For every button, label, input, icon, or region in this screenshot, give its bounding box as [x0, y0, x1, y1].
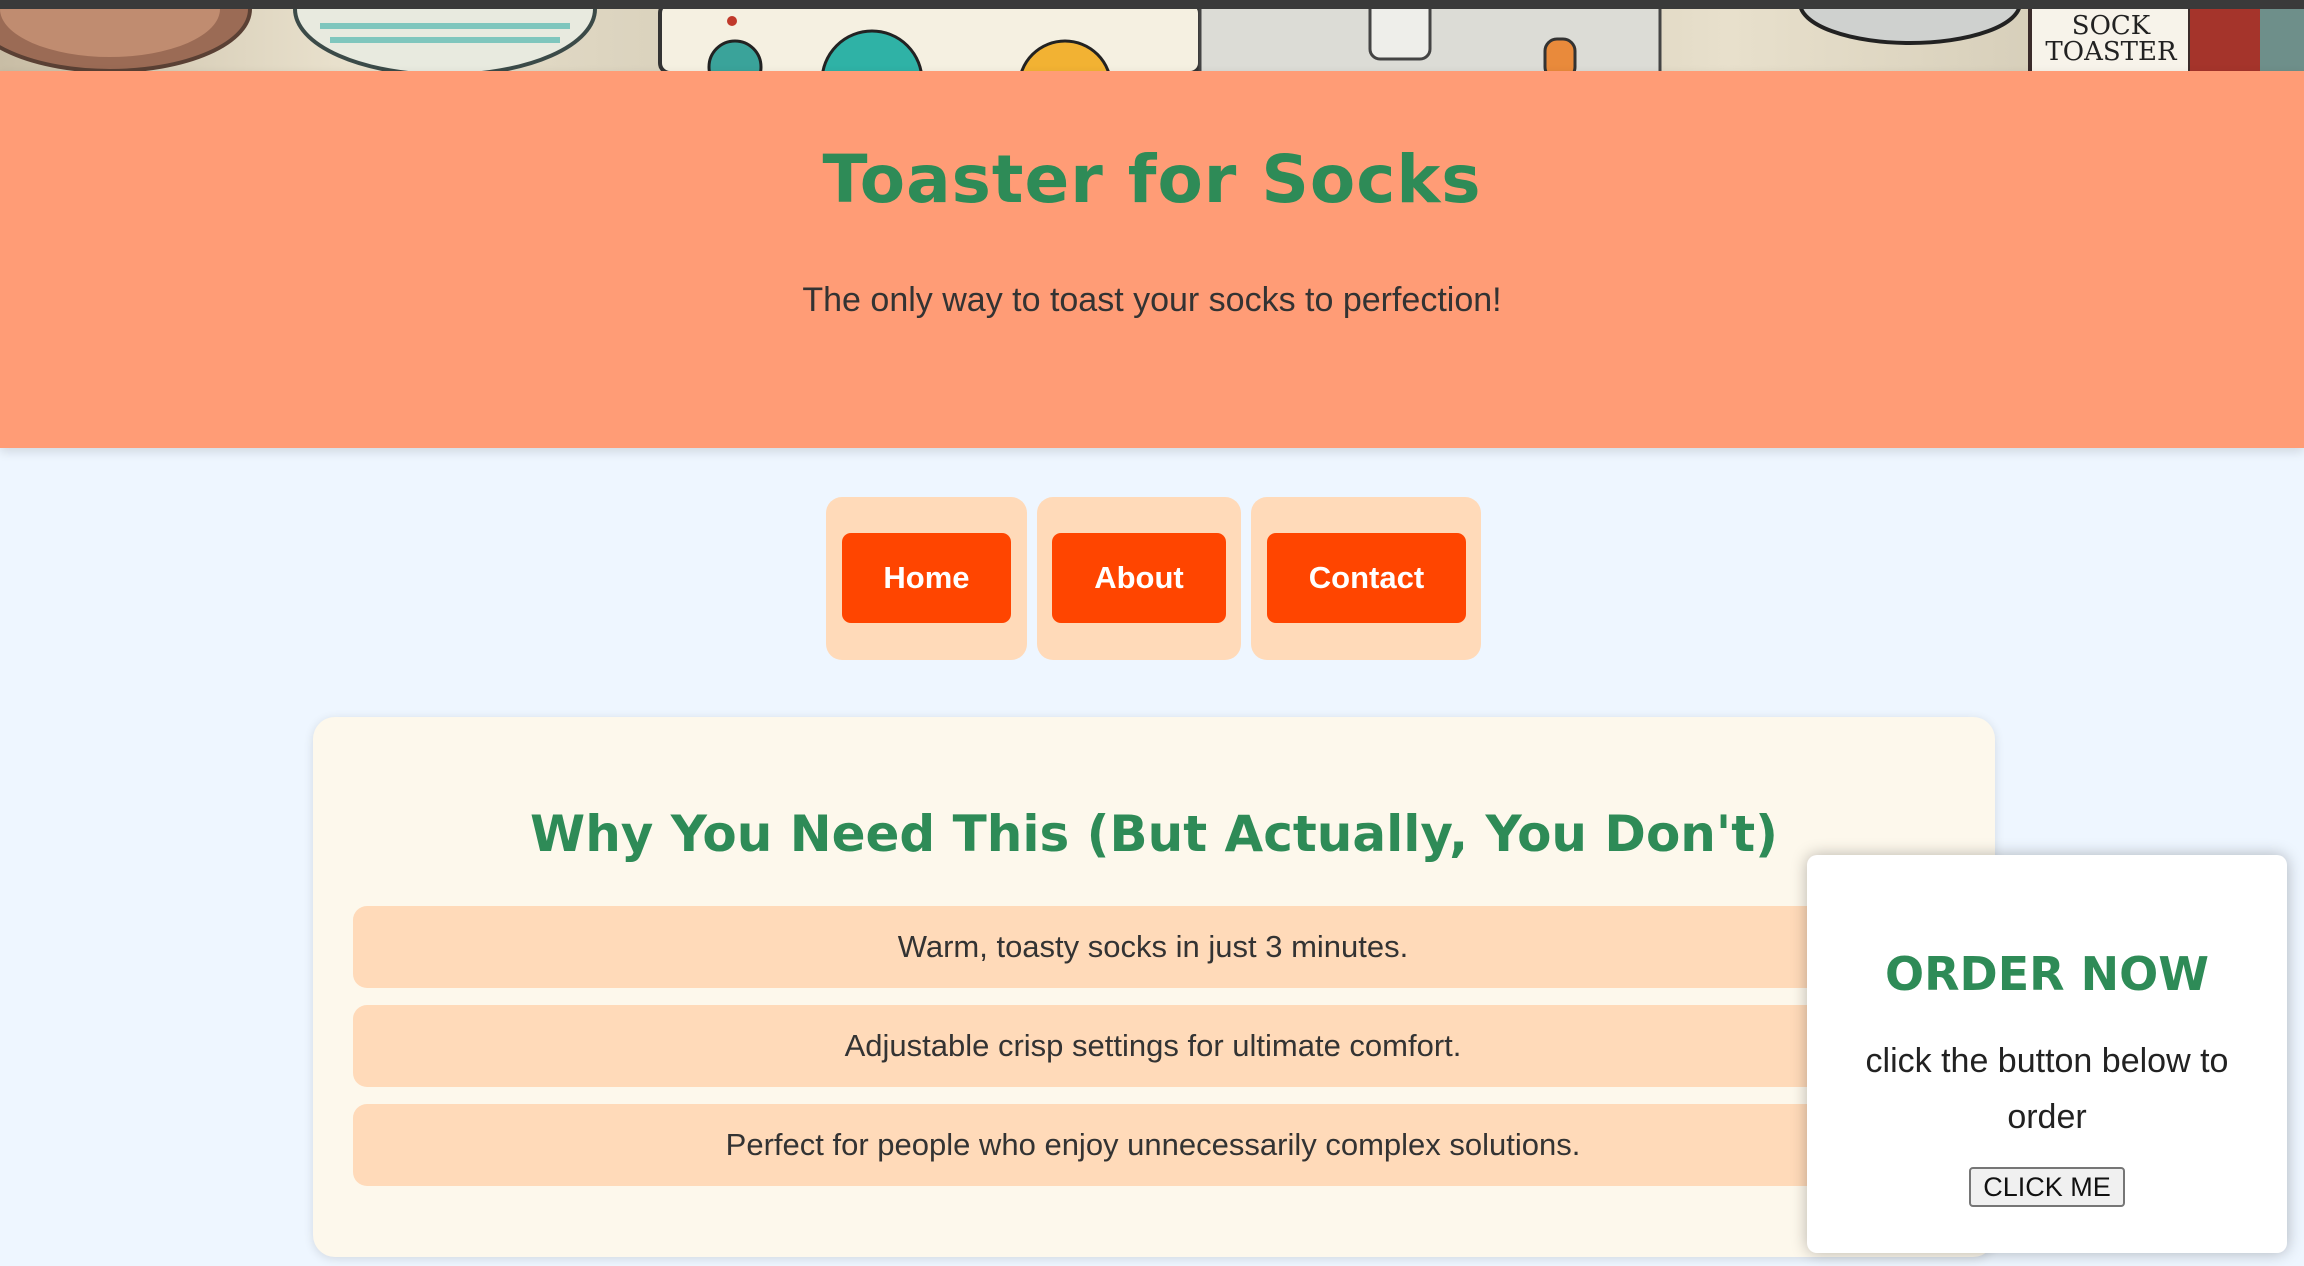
nav-tile-contact: Contact: [1251, 497, 1481, 660]
nav-tile-home: Home: [826, 497, 1027, 660]
order-popup-title: ORDER NOW: [1885, 947, 2209, 1001]
order-click-me-button[interactable]: CLICK ME: [1969, 1167, 2125, 1207]
feature-item: Warm, toasty socks in just 3 minutes.: [353, 906, 1953, 988]
browser-top-edge: [0, 0, 2304, 9]
features-card: Why You Need This (But Actually, You Don…: [313, 717, 1995, 1257]
banner-illustration: [0, 9, 2304, 71]
nav-home-button[interactable]: Home: [842, 533, 1011, 623]
features-title: Why You Need This (But Actually, You Don…: [530, 805, 1778, 863]
feature-item: Adjustable crisp settings for ultimate c…: [353, 1005, 1953, 1087]
page-subtitle: The only way to toast your socks to perf…: [802, 281, 1502, 319]
feature-item: Perfect for people who enjoy unnecessari…: [353, 1104, 1953, 1186]
hero-section: Toaster for Socks The only way to toast …: [0, 71, 2304, 448]
order-popup-text: click the button below to order: [1865, 1042, 2229, 1136]
order-popup: ORDER NOW click the button below to orde…: [1807, 855, 2287, 1253]
banner-image: SOCK TOASTER: [0, 9, 2304, 71]
nav-tile-about: About: [1037, 497, 1241, 660]
nav-about-button[interactable]: About: [1052, 533, 1226, 623]
page-title: Toaster for Socks: [822, 141, 1482, 218]
nav-contact-button[interactable]: Contact: [1267, 533, 1466, 623]
banner-box-label: SOCK TOASTER: [2045, 11, 2177, 67]
